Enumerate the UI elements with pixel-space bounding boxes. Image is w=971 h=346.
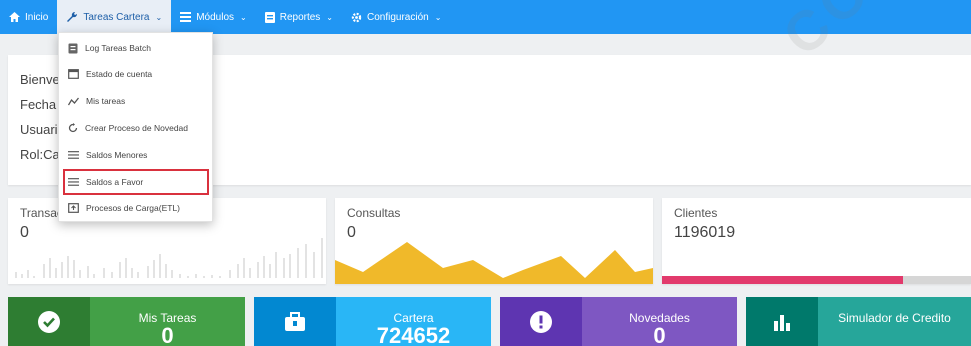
clientes-value: 1196019 [674, 224, 736, 241]
tile-icon-box [746, 297, 818, 346]
nav-reportes-label: Reportes [279, 11, 321, 23]
report-icon [264, 11, 275, 23]
tile-simulador[interactable]: Simulador de Credito [746, 297, 971, 346]
menu-item-crear-proceso[interactable]: Crear Proceso de Novedad [59, 115, 212, 141]
nav-home-label: Inicio [25, 11, 49, 23]
menu-item-procesos-carga[interactable]: Procesos de Carga(ETL) [59, 195, 212, 221]
tile-icon-box [254, 297, 336, 346]
chevron-down-icon: ⌄ [326, 12, 333, 22]
tile-icon-box [500, 297, 582, 346]
gear-icon [351, 12, 362, 22]
calendar-icon [68, 69, 79, 79]
highlight-box [63, 169, 209, 195]
clientes-progress-track [662, 276, 971, 284]
nav-home[interactable]: Inicio [0, 0, 57, 34]
tile-label: Simulador de Credito [838, 311, 951, 325]
clientes-title: Clientes [674, 206, 718, 220]
consultas-card: Consultas 0 [335, 198, 653, 284]
tile-mis-tareas[interactable]: Mis Tareas 0 [8, 297, 245, 346]
clientes-card: Clientes 1196019 [662, 198, 971, 284]
tile-value: 724652 [376, 323, 451, 346]
chevron-down-icon: ⌄ [155, 12, 163, 22]
tareas-cartera-dropdown: Log Tareas Batch Estado de cuenta Mis ta… [58, 32, 213, 222]
date-line: Fecha [20, 97, 57, 112]
nav-modulos[interactable]: Módulos ⌄ [171, 0, 256, 34]
menu-item-label: Procesos de Carga(ETL) [86, 203, 181, 213]
nav-configuracion[interactable]: Configuración ⌄ [342, 0, 450, 34]
grid-icon [180, 12, 192, 22]
upload-icon [68, 203, 79, 213]
bar-chart-icon [774, 314, 790, 331]
home-icon [9, 12, 20, 22]
clientes-progress-bar [662, 276, 904, 284]
menu-item-mis-tareas[interactable]: Mis tareas [59, 88, 212, 114]
menu-item-label: Log Tareas Batch [85, 43, 151, 53]
alert-icon [530, 310, 552, 333]
menu-item-label: Mis tareas [86, 96, 126, 106]
nav-config-label: Configuración [367, 11, 429, 23]
menu-item-label: Crear Proceso de Novedad [85, 123, 189, 133]
tile-value: 0 [653, 323, 666, 346]
nav-reportes[interactable]: Reportes ⌄ [256, 0, 342, 34]
welcome-line: Bienve [20, 72, 60, 87]
tile-cartera[interactable]: Cartera 724652 [254, 297, 491, 346]
trend-icon [68, 97, 79, 105]
list-icon [68, 151, 79, 159]
nav-tareas-cartera[interactable]: Tareas Cartera ⌄ [57, 0, 172, 34]
tile-icon-box [8, 297, 90, 346]
menu-item-label: Saldos Menores [86, 150, 148, 160]
tile-value: 0 [161, 323, 174, 346]
check-circle-icon [38, 310, 60, 333]
menu-item-label: Estado de cuenta [86, 69, 153, 79]
refresh-icon [68, 123, 78, 133]
nav-modulos-label: Módulos [196, 11, 235, 23]
tile-novedades[interactable]: Novedades 0 [500, 297, 737, 346]
document-icon [68, 43, 78, 53]
chevron-down-icon: ⌄ [240, 12, 247, 22]
menu-item-saldos-menores[interactable]: Saldos Menores [59, 142, 212, 168]
top-navbar: Inicio Tareas Cartera ⌄ Módulos ⌄ Report… [0, 0, 971, 34]
chevron-down-icon: ⌄ [434, 12, 442, 22]
wrench-icon [67, 11, 78, 22]
briefcase-icon [285, 311, 305, 331]
nav-tareas-label: Tareas Cartera [83, 11, 150, 23]
consultas-area-chart [335, 242, 653, 284]
menu-item-log-tareas[interactable]: Log Tareas Batch [59, 35, 212, 61]
menu-item-estado-cuenta[interactable]: Estado de cuenta [59, 61, 212, 87]
